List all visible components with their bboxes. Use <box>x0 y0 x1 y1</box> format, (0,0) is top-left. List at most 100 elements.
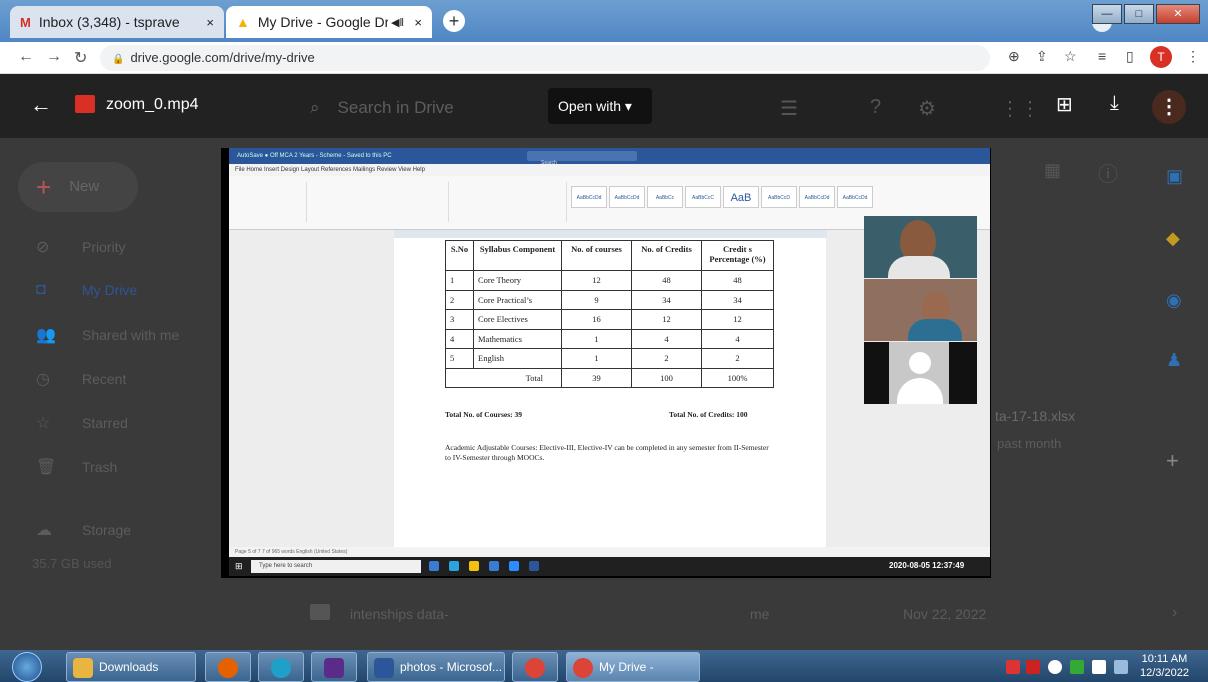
bookmark-star-icon[interactable]: ☆ <box>1064 48 1077 65</box>
display-icon[interactable] <box>1114 660 1128 674</box>
sidebar-item-label: Recent <box>82 371 127 387</box>
firefox-icon <box>218 657 238 678</box>
reading-list-icon[interactable]: ≡ <box>1098 48 1106 64</box>
sidebar-item-priority[interactable]: ⊘ Priority <box>36 237 126 257</box>
taskbar-webex[interactable] <box>311 652 357 682</box>
close-tab-icon[interactable]: × <box>414 15 422 30</box>
taskbar-chrome[interactable] <box>512 652 558 682</box>
taskbar-clock[interactable]: 10:11 AM 12/3/2022 <box>1140 652 1189 680</box>
style-no-spacing: AaBbCcDd <box>609 186 645 208</box>
cell: 4 <box>445 328 474 349</box>
contacts-icon[interactable]: ♟ <box>1166 350 1182 371</box>
cell: 1 <box>561 348 632 369</box>
taskbar-app-icon <box>509 561 519 571</box>
style-emphasis: AaBbCcDd <box>837 186 873 208</box>
cell: 9 <box>561 289 632 310</box>
cell: 12 <box>701 309 774 330</box>
reload-icon[interactable]: ↻ <box>74 48 87 68</box>
side-panel-icon[interactable]: ▯ <box>1126 48 1134 65</box>
volume-icon[interactable] <box>1048 660 1062 674</box>
profile-avatar[interactable]: T <box>1150 46 1172 68</box>
close-tab-icon[interactable]: × <box>206 15 214 30</box>
word-icon <box>374 657 394 678</box>
tray-app-icon[interactable] <box>1006 660 1020 674</box>
tray-app-icon[interactable] <box>1026 660 1040 674</box>
participant-video <box>864 279 977 341</box>
total-courses: Total No. of Courses: 39 <box>445 410 523 419</box>
address-bar[interactable]: 🔒 drive.google.com/drive/my-drive <box>100 45 990 71</box>
back-icon[interactable]: ← <box>18 48 34 66</box>
cell: 3 <box>445 309 474 330</box>
more-options-icon[interactable]: ⋮ <box>1152 90 1186 124</box>
open-with-button[interactable]: Open with ▾ <box>548 88 652 124</box>
cell: 1 <box>445 270 474 291</box>
row-owner: me <box>750 606 770 622</box>
minimize-button[interactable]: — <box>1092 4 1122 24</box>
file-name-xlsx[interactable]: ta-17-18.xlsx <box>995 408 1075 424</box>
cell: English <box>473 348 562 369</box>
sidebar-item-shared[interactable]: 👥 Shared with me <box>36 325 179 345</box>
table-row: 2 Core Practical’s 9 34 34 <box>445 289 774 310</box>
sidebar-item-starred[interactable]: ☆ Starred <box>36 413 128 433</box>
taskbar-word[interactable]: photos - Microsof... <box>367 652 505 682</box>
cell: 100% <box>701 367 774 388</box>
person-body <box>888 256 950 278</box>
share-icon[interactable]: ⇪ <box>1036 48 1048 65</box>
storage-used: 35.7 GB used <box>32 556 112 571</box>
cloud-icon: ☁ <box>36 522 52 539</box>
file-modified: past month <box>997 436 1062 451</box>
info-icon[interactable]: ⓘ <box>1098 158 1118 187</box>
cell: 4 <box>631 328 702 349</box>
audio-playing-icon[interactable]: ◀‖ <box>391 16 404 29</box>
cell: 12 <box>561 270 632 291</box>
taskbar-label: Downloads <box>99 660 159 674</box>
back-arrow-icon[interactable]: ← <box>30 92 52 118</box>
sidebar-item-my-drive[interactable]: ◘ My Drive <box>36 281 137 299</box>
cell: 12 <box>631 309 702 330</box>
drive-logo-icon: ▲ <box>236 14 250 30</box>
keep-icon[interactable]: ◆ <box>1166 228 1180 249</box>
download-icon[interactable]: ⤓ <box>1110 92 1119 115</box>
filter-icon: ☰ <box>780 98 798 120</box>
style-subtitle: AaBbCcD <box>761 186 797 208</box>
taskbar-edge[interactable] <box>258 652 304 682</box>
chevron-right-icon[interactable]: › <box>1172 604 1177 622</box>
add-addon-icon[interactable]: + <box>1166 448 1179 474</box>
search-placeholder: Search in Drive <box>337 98 454 117</box>
cell: 48 <box>701 270 774 291</box>
taskbar-app-icon <box>489 561 499 571</box>
tab-gmail-inbox[interactable]: M Inbox (3,348) - tspraveen × <box>10 6 224 38</box>
gmail-icon: M <box>20 14 31 30</box>
syllabus-table: S.No Syllabus Component No. of courses N… <box>445 240 774 388</box>
close-window-button[interactable]: ✕ <box>1156 4 1200 24</box>
zoom-icon[interactable]: ⊕ <box>1008 48 1020 65</box>
flag-icon[interactable] <box>1092 660 1106 674</box>
tasks-icon[interactable]: ◉ <box>1166 290 1182 311</box>
chrome-menu-icon[interactable]: ⋮ <box>1186 48 1200 65</box>
tab-my-drive[interactable]: ▲ My Drive - Google Dr ◀‖ × <box>226 6 432 38</box>
word-menu-tabs: File Home Insert Design Layout Reference… <box>229 164 990 176</box>
calendar-icon[interactable]: ▣ <box>1166 166 1183 187</box>
cell: 16 <box>561 309 632 330</box>
grid-view-icon[interactable]: ▦ <box>1044 160 1061 181</box>
add-to-drive-icon[interactable]: ⊞ <box>1056 92 1073 117</box>
paragraph-group <box>451 182 567 222</box>
sidebar-item-trash[interactable]: 🗑 Trash <box>36 457 117 477</box>
clock-icon: ◷ <box>36 371 50 388</box>
sidebar-item-recent[interactable]: ◷ Recent <box>36 369 126 389</box>
maximize-button[interactable]: □ <box>1124 4 1154 24</box>
taskbar-downloads[interactable]: Downloads <box>66 652 196 682</box>
start-button[interactable] <box>12 652 42 682</box>
new-button[interactable]: + New <box>18 162 138 212</box>
star-icon: ☆ <box>36 415 51 432</box>
style-subtle-emphasis: AaBbCcDd <box>799 186 835 208</box>
forward-icon[interactable]: → <box>46 48 62 66</box>
help-icon: ? <box>870 96 882 118</box>
file-list-row[interactable]: intenships data- me Nov 22, 2022 › <box>0 596 1208 634</box>
clock-time: 10:11 AM <box>1141 653 1188 665</box>
taskbar-firefox[interactable] <box>205 652 251 682</box>
sidebar-item-storage[interactable]: ☁ Storage <box>36 520 131 540</box>
taskbar-chrome-window[interactable]: My Drive - Googl... <box>566 652 700 682</box>
network-icon[interactable] <box>1070 660 1084 674</box>
new-tab-button[interactable]: + <box>443 10 465 32</box>
